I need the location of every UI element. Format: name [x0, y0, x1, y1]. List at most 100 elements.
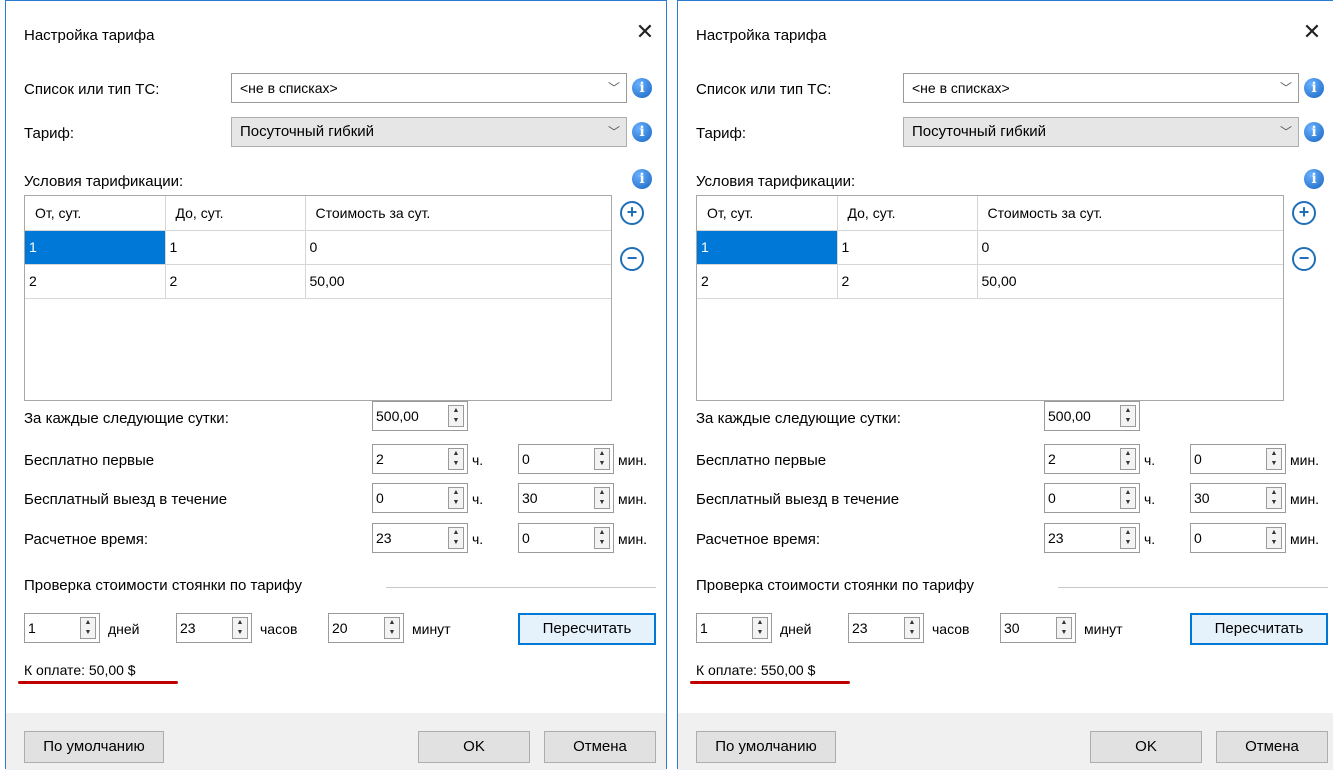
each-next-day-label: За каждые следующие сутки: — [24, 410, 229, 427]
info-icon[interactable]: i — [1304, 78, 1324, 98]
spinner-icon[interactable]: ▲ ▼ — [448, 448, 464, 470]
calc-time-hours-spinner[interactable]: 23 ▲ ▼ — [1044, 523, 1140, 553]
vehicle-list-label: Список или тип ТС: — [24, 81, 160, 98]
vehicle-list-select[interactable]: <не в списках> ﹀ — [903, 73, 1299, 103]
free-first-minutes-spinner[interactable]: 0 ▲ ▼ — [1190, 444, 1286, 474]
each-next-day-spinner[interactable]: 500,00 ▲ ▼ — [372, 401, 468, 431]
close-icon[interactable]: ✕ — [1299, 19, 1325, 45]
free-exit-hours-spinner[interactable]: 0 ▲ ▼ — [372, 483, 468, 513]
spinner-icon[interactable]: ▲ ▼ — [1120, 527, 1136, 549]
check-days-spinner[interactable]: 1 ▲ ▼ — [24, 613, 100, 643]
info-icon[interactable]: i — [1304, 122, 1324, 142]
spinner-icon[interactable]: ▲ ▼ — [448, 405, 464, 427]
column-header-to[interactable]: До, сут. — [165, 196, 306, 231]
minutes-word: минут — [412, 621, 451, 637]
add-row-button[interactable]: + — [620, 201, 644, 225]
calc-time-minutes-spinner[interactable]: 0 ▲ ▼ — [1190, 523, 1286, 553]
spinner-icon[interactable]: ▲ ▼ — [1120, 448, 1136, 470]
info-icon[interactable]: i — [632, 122, 652, 142]
hours-word: часов — [932, 621, 970, 637]
spinner-icon[interactable]: ▲ ▼ — [1120, 487, 1136, 509]
free-exit-hours-spinner[interactable]: 0 ▲ ▼ — [1044, 483, 1140, 513]
spinner-icon[interactable]: ▲ ▼ — [1056, 617, 1072, 639]
table-cell[interactable]: 2 — [165, 264, 306, 299]
spinner-icon[interactable]: ▲ ▼ — [904, 617, 920, 639]
spinner-icon[interactable]: ▲ ▼ — [594, 487, 610, 509]
free-first-hours-spinner[interactable]: 2 ▲ ▼ — [372, 444, 468, 474]
table-row[interactable]: 1 1 0 — [25, 230, 611, 265]
remove-row-button[interactable]: − — [1292, 247, 1316, 271]
table-cell[interactable]: 50,00 — [305, 264, 611, 299]
check-days-spinner[interactable]: 1 ▲ ▼ — [696, 613, 772, 643]
spinner-icon[interactable]: ▲ ▼ — [594, 448, 610, 470]
check-hours-spinner[interactable]: 23 ▲ ▼ — [848, 613, 924, 643]
table-row[interactable]: 2 2 50,00 — [25, 264, 611, 299]
recalculate-button[interactable]: Пересчитать — [1190, 613, 1328, 645]
tariff-conditions-table[interactable]: От, сут. До, сут. Стоимость за сут. 1 1 … — [696, 195, 1284, 401]
check-minutes-spinner[interactable]: 30 ▲ ▼ — [1000, 613, 1076, 643]
spinner-value: 0 — [376, 490, 384, 506]
tariff-select[interactable]: Посуточный гибкий ﹀ — [231, 117, 627, 147]
column-header-from[interactable]: От, сут. — [697, 196, 838, 231]
table-row[interactable]: 2 2 50,00 — [697, 264, 1283, 299]
recalculate-button[interactable]: Пересчитать — [518, 613, 656, 645]
table-cell[interactable]: 2 — [697, 264, 838, 299]
cancel-button[interactable]: Отмена — [544, 731, 656, 763]
tariff-settings-dialog: Настройка тарифа ✕ Список или тип ТС: <н… — [677, 0, 1333, 770]
cancel-button[interactable]: Отмена — [1216, 731, 1328, 763]
tariff-select[interactable]: Посуточный гибкий ﹀ — [903, 117, 1299, 147]
default-button[interactable]: По умолчанию — [696, 731, 836, 763]
column-header-cost[interactable]: Стоимость за сут. — [305, 196, 611, 231]
default-button[interactable]: По умолчанию — [24, 731, 164, 763]
remove-row-button[interactable]: − — [620, 247, 644, 271]
column-header-cost[interactable]: Стоимость за сут. — [977, 196, 1283, 231]
spinner-value: 0 — [1194, 530, 1202, 546]
table-cell[interactable]: 2 — [837, 264, 978, 299]
tariff-conditions-table[interactable]: От, сут. До, сут. Стоимость за сут. 1 1 … — [24, 195, 612, 401]
table-cell[interactable]: 1 — [165, 230, 306, 265]
spinner-icon[interactable]: ▲ ▼ — [384, 617, 400, 639]
spinner-icon[interactable]: ▲ ▼ — [752, 617, 768, 639]
spinner-icon[interactable]: ▲ ▼ — [232, 617, 248, 639]
add-row-button[interactable]: + — [1292, 201, 1316, 225]
ok-button[interactable]: OK — [1090, 731, 1202, 763]
column-header-from[interactable]: От, сут. — [25, 196, 166, 231]
spinner-value: 23 — [1048, 530, 1064, 546]
free-first-minutes-spinner[interactable]: 0 ▲ ▼ — [518, 444, 614, 474]
table-cell[interactable]: 50,00 — [977, 264, 1283, 299]
info-icon[interactable]: i — [632, 78, 652, 98]
close-icon[interactable]: ✕ — [632, 19, 658, 45]
free-exit-minutes-spinner[interactable]: 30 ▲ ▼ — [1190, 483, 1286, 513]
vehicle-list-select[interactable]: <не в списках> ﹀ — [231, 73, 627, 103]
free-exit-label: Бесплатный выезд в течение — [696, 491, 900, 508]
calc-time-hours-spinner[interactable]: 23 ▲ ▼ — [372, 523, 468, 553]
table-cell[interactable]: 1 — [697, 230, 838, 265]
spinner-icon[interactable]: ▲ ▼ — [448, 527, 464, 549]
remove-row-icon: − — [1298, 248, 1310, 268]
table-cell[interactable]: 0 — [977, 230, 1283, 265]
spinner-icon[interactable]: ▲ ▼ — [1266, 487, 1282, 509]
table-cell[interactable]: 1 — [837, 230, 978, 265]
spinner-icon[interactable]: ▲ ▼ — [1266, 527, 1282, 549]
info-icon[interactable]: i — [632, 169, 652, 189]
free-first-hours-spinner[interactable]: 2 ▲ ▼ — [1044, 444, 1140, 474]
spinner-icon[interactable]: ▲ ▼ — [1266, 448, 1282, 470]
spinner-icon[interactable]: ▲ ▼ — [80, 617, 96, 639]
table-cell[interactable]: 1 — [25, 230, 166, 265]
ok-button[interactable]: OK — [418, 731, 530, 763]
spinner-icon[interactable]: ▲ ▼ — [594, 527, 610, 549]
conditions-label: Условия тарификации: — [696, 173, 856, 190]
calc-time-minutes-spinner[interactable]: 0 ▲ ▼ — [518, 523, 614, 553]
spinner-icon[interactable]: ▲ ▼ — [448, 487, 464, 509]
check-minutes-spinner[interactable]: 20 ▲ ▼ — [328, 613, 404, 643]
table-cell[interactable]: 2 — [25, 264, 166, 299]
minutes-unit: мин. — [1290, 531, 1320, 547]
free-exit-minutes-spinner[interactable]: 30 ▲ ▼ — [518, 483, 614, 513]
each-next-day-spinner[interactable]: 500,00 ▲ ▼ — [1044, 401, 1140, 431]
column-header-to[interactable]: До, сут. — [837, 196, 978, 231]
spinner-icon[interactable]: ▲ ▼ — [1120, 405, 1136, 427]
info-icon[interactable]: i — [1304, 169, 1324, 189]
table-row[interactable]: 1 1 0 — [697, 230, 1283, 265]
table-cell[interactable]: 0 — [305, 230, 611, 265]
check-hours-spinner[interactable]: 23 ▲ ▼ — [176, 613, 252, 643]
